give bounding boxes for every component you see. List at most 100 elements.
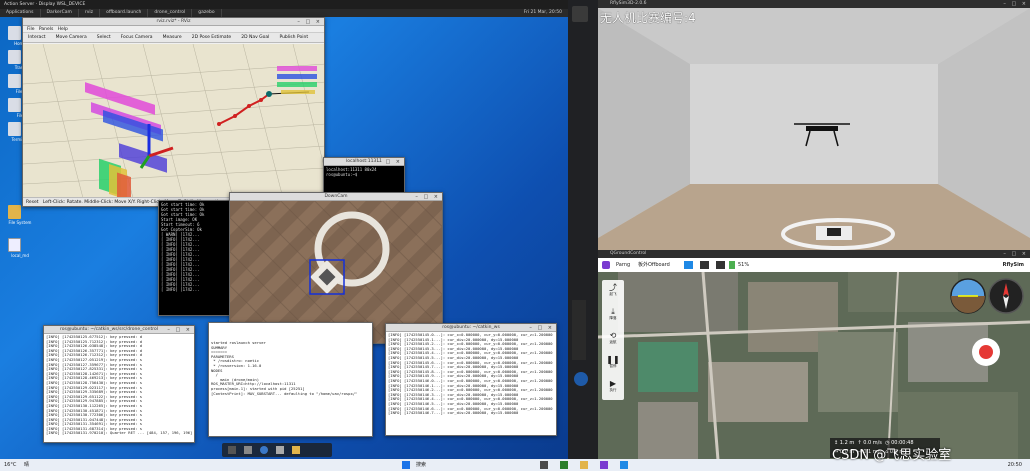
home-icon[interactable] [8,26,21,40]
terminal-catkin-window: ros@ubuntu: ~/catkin_ws – □ × [INFO] [174… [385,323,557,436]
terminal-icon[interactable] [8,122,21,136]
takeoff-icon: ⤴ [609,283,617,292]
panel-tab-gazebo[interactable]: gazebo [192,9,222,17]
panel-tab-drone-control[interactable]: drone_control [148,9,193,17]
panel-tab-applications[interactable]: Applications [0,9,41,17]
start-button[interactable]: ▶ 执行 [602,376,624,400]
app-icon[interactable] [572,6,588,22]
terminal-title: ros@ubuntu: ~/catkin_ws [442,325,500,330]
menu-file[interactable]: File [27,27,35,32]
tool-interact[interactable]: Interact [23,33,51,42]
taskbar-app-icon[interactable] [600,461,608,469]
rviz-3d-view[interactable] [23,43,324,204]
pause-button[interactable]: ❚❚ 暂停 [602,352,624,376]
taskbar-app-icon[interactable] [560,461,568,469]
tool-publish-point[interactable]: Publish Point [274,33,313,42]
land-icon: ⤓ [611,307,615,316]
taskbar-app-icon[interactable] [540,461,548,469]
terminal-output[interactable]: Got start time: Ok Got start time: Ok Got … [159,201,239,315]
flight-status[interactable]: Parng [616,258,630,272]
terminal-output[interactable]: [INFO] [1742550145.0...]: cur_x=0.000000… [386,332,556,435]
land-button[interactable]: ⤓ 降落 [602,304,624,328]
qgc-action-toolbar: ⤴ 起飞 ⤓ 降落 ⟲ 返航 ❚❚ 暂停 ▶ 执行 [602,280,624,400]
folder-icon[interactable] [292,446,300,454]
pause-label: 暂停 [609,364,617,368]
window-controls[interactable]: – □ × [377,159,402,165]
remote-title: Action Server · Display WSL_DEVICE [4,2,86,7]
terminal-roslaunch-window: started roslaunch server SUMMARY ======= PA… [208,322,373,437]
files-icon[interactable] [8,74,21,88]
rviz-titlebar[interactable]: rviz.rviz* - RViz – □ × [23,18,324,26]
pointcloud-small [277,66,317,94]
tool-2d-nav-goal[interactable]: 2D Nav Goal [236,33,274,42]
taskbar-app-icon[interactable] [580,461,588,469]
downcam-titlebar[interactable]: DownCam – □ × [230,193,442,201]
takeoff-button[interactable]: ⤴ 起飞 [602,280,624,304]
app-icon[interactable] [574,372,588,386]
document-icon[interactable] [8,238,21,252]
terminal-output[interactable]: started roslaunch server SUMMARY ======= PA… [209,323,372,436]
menu-help[interactable]: Help [58,27,68,32]
brand-logo: RflySim [1002,262,1024,268]
compass-indicator [988,278,1024,314]
rflysim3d-titlebar[interactable]: RflySim3D-2.0.6 – □ × [598,0,1030,8]
reset-button[interactable]: Reset [26,200,39,205]
terminal-icon[interactable] [228,446,236,454]
tool-select[interactable]: Select [92,33,116,42]
window-controls[interactable]: – □ × [415,194,440,200]
window-controls[interactable]: – □ × [1003,251,1028,257]
desktop-icon-label: File System [8,220,32,225]
satellite-map[interactable]: ⤴ 起飞 ⤓ 降落 ⟲ 返航 ❚❚ 暂停 ▶ 执行 ↥ 1.2 m ↑ 0.0 … [598,272,1030,460]
tool-2d-pose[interactable]: 2D Pose Estimate [187,33,237,42]
rflysim3d-window: RflySim3D-2.0.6 – □ × 无人机比赛编号:4 [598,0,1030,250]
windows-start-icon[interactable] [402,461,410,469]
drone-icon[interactable] [700,261,709,269]
editor-icon[interactable] [276,446,284,454]
taskbar-search[interactable]: 搜索 [416,459,426,471]
megaphone-icon[interactable] [684,261,693,269]
tool-move-camera[interactable]: Move Camera [51,33,92,42]
window-controls[interactable]: – □ × [529,325,554,331]
sim-3d-view[interactable] [598,8,1030,250]
panel-tab-offboard[interactable]: offboard.launch [100,9,149,17]
pause-icon: ❚❚ [606,355,620,364]
files-icon[interactable] [244,446,252,454]
rviz-window: rviz.rviz* - RViz – □ × File Panels Help … [22,17,325,207]
tool-measure[interactable]: Measure [158,33,187,42]
qgroundcontrol-window: QGroundControl – □ × Parng 板外Offboard 51%… [598,250,1030,460]
tool-focus-camera[interactable]: Focus Camera [116,33,158,42]
panel-tab-rviz[interactable]: rviz [79,9,101,17]
folder-icon[interactable] [8,205,21,219]
terminal-title: ros@ubuntu: ~/catkin_ws/src/drone_contro… [60,327,159,332]
terminal-titlebar[interactable]: localhost:11311– □ × [324,158,404,166]
window-controls[interactable]: – □ × [1003,1,1028,7]
file-icon[interactable] [8,98,21,112]
weather-temp[interactable]: 16°C [4,459,16,471]
drone-id-label: 无人机比赛编号:4 [600,11,696,25]
window-controls[interactable]: – □ × [167,327,192,333]
downcam-title: DownCam [324,194,348,199]
rtl-button[interactable]: ⟲ 返航 [602,328,624,352]
window-controls[interactable]: – □ × [297,19,322,25]
taskbar-app-icon[interactable] [620,461,628,469]
record-button[interactable] [972,338,1000,366]
attitude-indicator [950,278,986,314]
record-icon [979,345,993,359]
rviz-title: rviz.rviz* - RViz [156,19,191,24]
qgc-logo-icon[interactable] [602,261,610,269]
panel-tab-darkercam[interactable]: DarkerCam [41,9,79,17]
browser-icon[interactable] [260,446,268,454]
trash-icon[interactable] [8,50,21,64]
flight-mode-dropdown[interactable]: 板外Offboard [638,258,670,272]
signal-icon[interactable] [716,261,725,269]
xfce-panel: Applications DarkerCam rviz offboard.launch… [0,9,568,17]
windows-desktop-right: RflySim3D-2.0.6 – □ × 无人机比赛编号:4 QGroundCo… [568,0,1030,471]
qgc-titlebar[interactable]: QGroundControl – □ × [598,250,1030,258]
menu-panels[interactable]: Panels [39,27,53,32]
battery-percent: 51% [738,262,750,268]
play-icon: ▶ [609,379,617,388]
terminal-titlebar[interactable]: ros@ubuntu: ~/catkin_ws – □ × [386,324,556,332]
terminal-output[interactable]: [INFO] [1742550125.677512]: key pressed:… [44,334,194,442]
terminal-titlebar[interactable]: ros@ubuntu: ~/catkin_ws/src/drone_contro… [44,326,194,334]
return-icon: ⟲ [609,331,617,340]
